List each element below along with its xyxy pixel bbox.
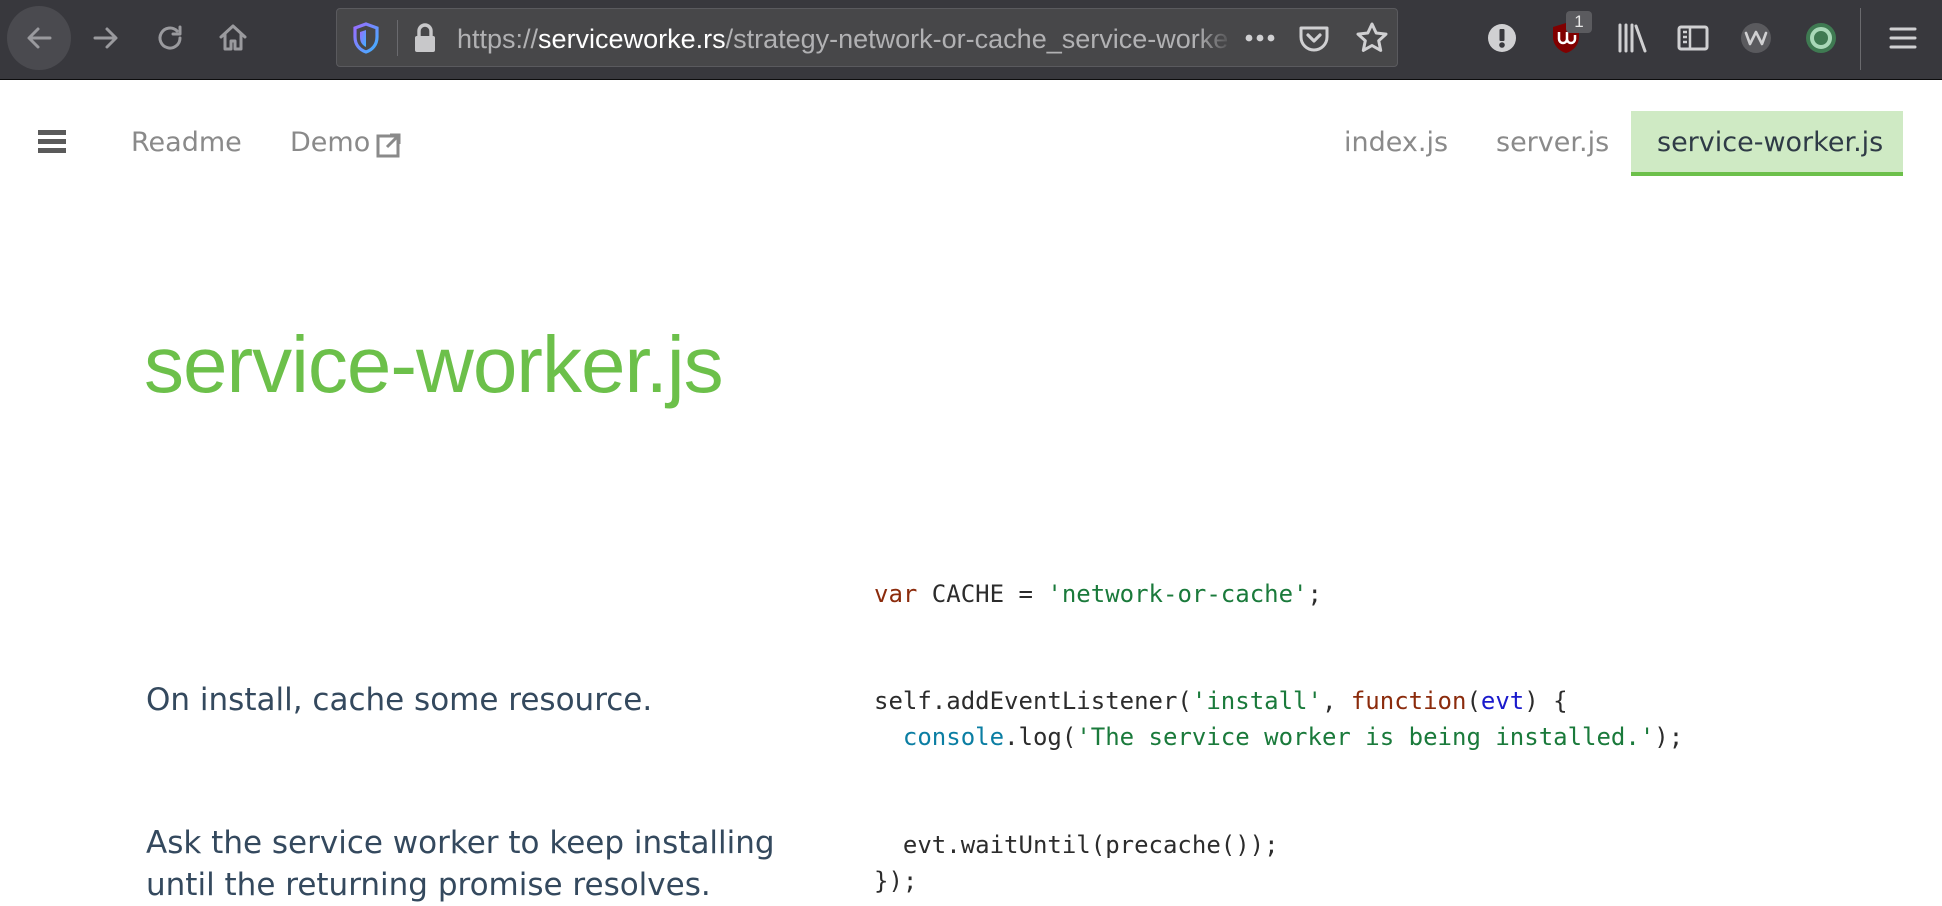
url-divider	[397, 20, 398, 56]
code-text: ,	[1321, 687, 1351, 715]
code-text: );	[1654, 723, 1684, 751]
home-button[interactable]	[201, 6, 265, 70]
code-text: (	[1466, 687, 1481, 715]
url-path: /strategy-network-or-cache_service-worke…	[725, 24, 1227, 54]
code-text: ) {	[1524, 687, 1568, 715]
tab-service-worker-js[interactable]: service-worker.js	[1657, 123, 1883, 163]
url-fade	[1197, 19, 1233, 57]
notification-badge: 1	[1566, 11, 1592, 33]
page-title: service-worker.js	[144, 320, 724, 409]
page-actions-icon[interactable]	[1243, 22, 1277, 54]
tab-index-js[interactable]: index.js	[1344, 123, 1448, 163]
nav-readme-link[interactable]: Readme	[131, 123, 242, 163]
reload-button[interactable]	[138, 6, 202, 70]
section-description: Ask the service worker to keep installin…	[146, 825, 775, 903]
hamburger-menu-icon[interactable]	[38, 130, 66, 158]
bookmark-star-icon[interactable]	[1354, 20, 1390, 56]
code-block: evt.waitUntil(precache()); });	[874, 827, 1279, 899]
code-text: .log(	[1004, 723, 1077, 751]
home-icon	[219, 24, 247, 51]
arrow-left-icon	[27, 27, 52, 49]
forward-button[interactable]	[74, 6, 138, 70]
code-text: ;	[1307, 580, 1322, 608]
code-keyword: function	[1350, 687, 1467, 715]
code-string: 'network-or-cache'	[1047, 580, 1308, 608]
url-scheme: https://	[457, 24, 539, 54]
wave-extension-icon[interactable]	[1738, 20, 1774, 56]
code-param: evt	[1480, 687, 1525, 715]
nav-demo-link[interactable]: Demo	[290, 123, 370, 163]
reload-icon	[158, 25, 182, 50]
code-string: 'install'	[1191, 687, 1322, 715]
code-text: CACHE =	[917, 580, 1048, 608]
url-text[interactable]: https://serviceworke.rs/strategy-network…	[457, 23, 1227, 55]
url-domain: serviceworke.rs	[538, 24, 726, 54]
browser-toolbar: https://serviceworke.rs/strategy-network…	[0, 0, 1942, 80]
code-block: var CACHE = 'network-or-cache';	[874, 576, 1322, 612]
section-description: On install, cache some resource.	[146, 682, 653, 718]
code-text: });	[874, 867, 918, 895]
code-text: evt.waitUntil(precache());	[874, 831, 1279, 859]
lock-icon[interactable]	[412, 22, 438, 54]
code-text: self.addEventListener(	[874, 687, 1192, 715]
menu-icon[interactable]	[1885, 20, 1921, 56]
address-bar[interactable]: https://serviceworke.rs/strategy-network…	[336, 8, 1398, 67]
sync-extension-icon[interactable]	[1803, 20, 1839, 56]
tab-server-js[interactable]: server.js	[1496, 123, 1609, 163]
back-button[interactable]	[7, 6, 71, 70]
code-builtin: console	[902, 723, 1005, 751]
code-keyword: var	[874, 580, 918, 608]
external-link-icon	[376, 133, 401, 158]
sidebar-icon[interactable]	[1675, 20, 1711, 56]
arrow-right-icon	[93, 27, 118, 49]
code-block: self.addEventListener('install', functio…	[874, 683, 1683, 755]
tracking-protection-icon[interactable]	[351, 22, 381, 54]
code-string: 'The service worker is being installed.'	[1076, 723, 1655, 751]
info-extension-icon[interactable]	[1484, 20, 1520, 56]
pocket-icon[interactable]	[1297, 21, 1331, 55]
toolbar-divider	[1860, 8, 1861, 70]
library-icon[interactable]	[1614, 20, 1650, 56]
